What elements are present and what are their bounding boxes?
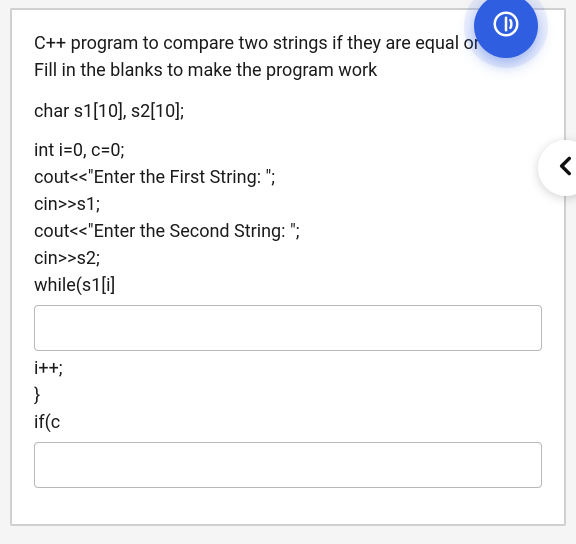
blank-input-1[interactable]	[34, 305, 542, 351]
code-line: if(c	[34, 409, 542, 436]
code-line: cout<<"Enter the First String: ";	[34, 164, 542, 191]
code-line: cin>>s2;	[34, 245, 542, 272]
audio-toggle-icon	[491, 9, 521, 43]
code-block: char s1[10], s2[10]; int i=0, c=0; cout<…	[34, 98, 542, 492]
code-line: char s1[10], s2[10];	[34, 98, 542, 125]
blank-input-2[interactable]	[34, 442, 542, 488]
code-line: cout<<"Enter the Second String: ";	[34, 218, 542, 245]
code-line: i++;	[34, 355, 542, 382]
code-line: while(s1[i]	[34, 272, 542, 299]
code-line: int i=0, c=0;	[34, 137, 542, 164]
code-line: }	[34, 382, 542, 409]
question-prompt: C++ program to compare two strings if th…	[34, 30, 542, 84]
code-line: cin>>s1;	[34, 191, 542, 218]
question-card: C++ program to compare two strings if th…	[10, 8, 566, 526]
chevron-left-icon	[553, 153, 576, 183]
